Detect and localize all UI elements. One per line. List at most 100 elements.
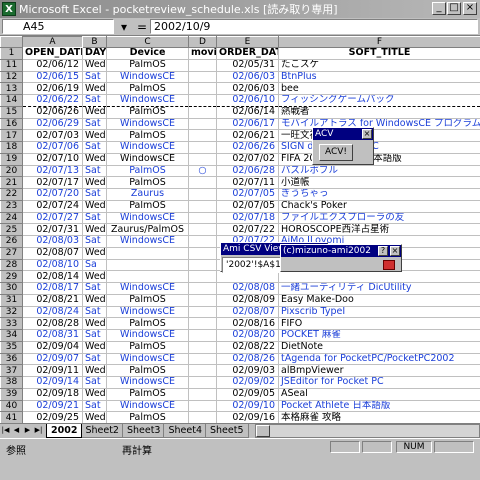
row-header[interactable]: 12: [0, 70, 23, 84]
cell-device[interactable]: WindowsCE: [106, 71, 189, 84]
cell-day[interactable]: Wed: [82, 411, 107, 424]
cell-movie[interactable]: [188, 341, 217, 354]
cell-soft-title[interactable]: HOROSCOPE西洋占星術: [278, 223, 480, 236]
cell-day[interactable]: Sat: [82, 71, 107, 84]
horizontal-scrollbar[interactable]: [254, 424, 480, 438]
cell-device[interactable]: PalmOS: [106, 59, 189, 72]
cell-day[interactable]: Sa: [82, 259, 107, 272]
cell-open-date[interactable]: 02/08/24: [22, 306, 83, 319]
row-header[interactable]: 28: [0, 258, 23, 272]
cell-day[interactable]: Wed: [82, 294, 107, 307]
cell-order-date[interactable]: 02/05/31: [216, 59, 279, 72]
sheet-tab-sheet4[interactable]: Sheet4: [163, 424, 207, 438]
cell-soft-title[interactable]: JSEditor for Pocket PC: [278, 376, 480, 389]
cell-device[interactable]: WindowsCE: [106, 118, 189, 131]
cell-order-date[interactable]: 02/09/02: [216, 376, 279, 389]
cell-day[interactable]: Sat: [82, 141, 107, 154]
cell-device[interactable]: PalmOS: [106, 129, 189, 142]
dropdown-arrow-icon[interactable]: ▾: [114, 20, 134, 34]
cell-movie[interactable]: [188, 200, 217, 213]
cell-device[interactable]: WindowsCE: [106, 94, 189, 107]
header-cell-soft-title[interactable]: SOFT_TITLE: [278, 47, 480, 60]
cell-movie[interactable]: [188, 317, 217, 330]
cell-device[interactable]: PalmOS: [106, 176, 189, 189]
cell-soft-title[interactable]: たこスケ: [278, 59, 480, 72]
cell-order-date[interactable]: 02/08/16: [216, 317, 279, 330]
cell-day[interactable]: Sat: [82, 400, 107, 413]
cell-soft-title[interactable]: FIFA 2002 ket PC 日本語版: [278, 153, 480, 166]
cell-day[interactable]: Wed: [82, 59, 107, 72]
cell-soft-title[interactable]: フィッシングゲームパック: [278, 94, 480, 107]
cell-movie[interactable]: [188, 364, 217, 377]
cell-order-date[interactable]: 02/06/17: [216, 118, 279, 131]
cell-open-date[interactable]: 02/08/21: [22, 294, 83, 307]
cell-movie[interactable]: [188, 411, 217, 424]
column-header-f[interactable]: F: [278, 36, 480, 48]
cell-open-date[interactable]: 02/07/06: [22, 141, 83, 154]
cell-day[interactable]: Wed: [82, 388, 107, 401]
row-header[interactable]: 22: [0, 188, 23, 201]
row-header[interactable]: 19: [0, 152, 23, 166]
cell-open-date[interactable]: 02/09/11: [22, 364, 83, 377]
cell-day[interactable]: Sat: [82, 118, 107, 131]
cell-soft-title[interactable]: FIFO: [278, 317, 480, 330]
cell-open-date[interactable]: 02/06/19: [22, 82, 83, 95]
cell-day[interactable]: Sat: [82, 376, 107, 389]
cell-device[interactable]: WindowsCE: [106, 353, 189, 366]
header-cell-movie[interactable]: movie: [188, 47, 217, 60]
cell-movie[interactable]: [188, 153, 217, 166]
row-header[interactable]: 20: [0, 164, 23, 178]
cell-soft-title[interactable]: Pixscrib TypeI: [278, 306, 480, 319]
cell-soft-title[interactable]: alBmpViewer: [278, 364, 480, 377]
row-header[interactable]: 31: [0, 293, 23, 307]
scroll-thumb[interactable]: [255, 425, 270, 437]
sheet-tab-sheet3[interactable]: Sheet3: [121, 424, 166, 438]
cell-movie[interactable]: [188, 270, 217, 283]
row-header[interactable]: 35: [0, 340, 23, 354]
cell-open-date[interactable]: 02/09/07: [22, 353, 83, 366]
cell-order-date[interactable]: 02/07/05: [216, 188, 279, 201]
cell-day[interactable]: Wed: [82, 153, 107, 166]
cell-movie[interactable]: [188, 188, 217, 201]
row-header[interactable]: 13: [0, 82, 23, 95]
cell-open-date[interactable]: 02/07/24: [22, 200, 83, 213]
cell-open-date[interactable]: 02/06/15: [22, 71, 83, 84]
cell-device[interactable]: PalmOS: [106, 388, 189, 401]
cell-soft-title[interactable]: POCKET 麻雀: [278, 329, 480, 342]
header-cell-open-date[interactable]: OPEN_DATE: [22, 47, 83, 60]
row-header[interactable]: 27: [0, 246, 23, 260]
csv-view-icon[interactable]: [383, 260, 395, 270]
equals-icon[interactable]: =: [134, 20, 150, 34]
cell-device[interactable]: WindowsCE: [106, 235, 189, 248]
cell-device[interactable]: PalmOS: [106, 317, 189, 330]
cell-open-date[interactable]: 02/07/20: [22, 188, 83, 201]
cell-soft-title[interactable]: 小道帳: [278, 176, 480, 189]
header-cell-day[interactable]: DAY: [82, 47, 107, 60]
cell-device[interactable]: PalmOS: [106, 341, 189, 354]
row-header[interactable]: 15: [0, 105, 23, 119]
cell-soft-title[interactable]: 一緒ユーティリティ DicUtility: [278, 282, 480, 295]
cell-day[interactable]: Sat: [82, 353, 107, 366]
cell-open-date[interactable]: 02/06/22: [22, 94, 83, 107]
cell-movie[interactable]: [188, 82, 217, 95]
cell-day[interactable]: Wed: [82, 200, 107, 213]
cell-device[interactable]: WindowsCE: [106, 306, 189, 319]
cell-movie[interactable]: [188, 129, 217, 142]
cell-movie[interactable]: [188, 376, 217, 389]
cell-order-date[interactable]: 02/06/28: [216, 165, 279, 178]
cell-device[interactable]: WindowsCE: [106, 400, 189, 413]
row-header[interactable]: 17: [0, 129, 23, 142]
row-header[interactable]: 29: [0, 270, 23, 283]
cell-device[interactable]: [106, 247, 189, 260]
cell-day[interactable]: Wed: [82, 317, 107, 330]
row-header[interactable]: 38: [0, 376, 23, 389]
row-header[interactable]: 25: [0, 223, 23, 236]
help-icon[interactable]: ?: [378, 246, 388, 256]
row-header[interactable]: 16: [0, 117, 23, 131]
prev-sheet-icon[interactable]: ◀: [11, 424, 22, 438]
cell-open-date[interactable]: 02/08/10: [22, 259, 83, 272]
cell-order-date[interactable]: 02/06/14: [216, 106, 279, 119]
cell-open-date[interactable]: 02/06/29: [22, 118, 83, 131]
cell-movie[interactable]: [188, 212, 217, 225]
cell-movie[interactable]: [188, 71, 217, 84]
